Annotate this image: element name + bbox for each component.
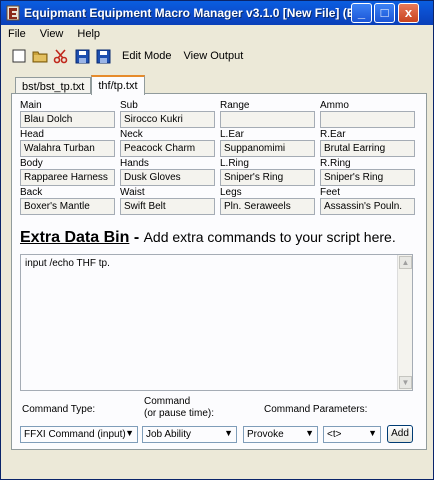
menu-file[interactable]: File xyxy=(1,26,33,44)
slot-label-legs: Legs xyxy=(220,187,242,198)
slot-label-hands: Hands xyxy=(120,158,149,169)
param2-select[interactable]: <t> ▼ xyxy=(323,426,381,443)
slot-label-waist: Waist xyxy=(120,187,145,198)
slot-field-sub[interactable]: Sirocco Kukri xyxy=(120,111,215,128)
new-file-icon[interactable] xyxy=(11,48,27,64)
extra-data-textarea[interactable]: input /echo THF tp. ▲ ▼ xyxy=(20,254,413,391)
command-pause-label: (or pause time): xyxy=(144,408,215,419)
command-label: Command xyxy=(144,396,191,407)
slot-label-lring: L.Ring xyxy=(220,158,249,169)
slot-label-head: Head xyxy=(20,129,44,140)
slot-field-neck[interactable]: Peacock Charm xyxy=(120,140,215,157)
slot-label-rear: R.Ear xyxy=(320,129,346,140)
command-params-label: Command Parameters: xyxy=(264,404,368,415)
app-icon xyxy=(6,5,20,21)
slot-label-range: Range xyxy=(220,100,250,111)
slot-field-lear[interactable]: Suppanomimi xyxy=(220,140,315,157)
slot-label-ammo: Ammo xyxy=(320,100,349,111)
menu-bar: File View Help xyxy=(1,26,107,44)
slot-field-range[interactable] xyxy=(220,111,315,128)
save-icon[interactable] xyxy=(74,48,90,64)
edit-mode-button[interactable]: Edit Mode xyxy=(122,50,172,62)
tab-thf-tp[interactable]: thf/tp.txt xyxy=(91,75,145,95)
slot-label-lear: L.Ear xyxy=(220,129,244,140)
scroll-up-icon[interactable]: ▲ xyxy=(399,256,412,269)
chevron-down-icon: ▼ xyxy=(224,428,233,438)
extra-data-content: input /echo THF tp. xyxy=(25,258,110,269)
param1-value: Provoke xyxy=(247,429,284,440)
command-type-value: FFXI Command (input) xyxy=(24,429,126,440)
toolbar: Edit Mode View Output xyxy=(11,46,249,66)
slot-label-rring: R.Ring xyxy=(320,158,351,169)
slot-field-waist[interactable]: Swift Belt xyxy=(120,198,215,215)
extra-data-description: Add extra commands to your script here. xyxy=(143,229,396,245)
chevron-down-icon: ▼ xyxy=(368,428,377,438)
chevron-down-icon: ▼ xyxy=(305,428,314,438)
slot-field-head[interactable]: Walahra Turban xyxy=(20,140,115,157)
slot-label-main: Main xyxy=(20,100,42,111)
slot-field-hands[interactable]: Dusk Gloves xyxy=(120,169,215,186)
command-type-label: Command Type: xyxy=(22,404,96,415)
slot-field-feet[interactable]: Assassin's Pouln. xyxy=(320,198,415,215)
slot-label-body: Body xyxy=(20,158,43,169)
window-title: Equipmant Equipment Macro Manager v3.1.0… xyxy=(24,6,356,20)
textarea-scrollbar[interactable]: ▲ ▼ xyxy=(397,255,412,390)
chevron-down-icon: ▼ xyxy=(125,428,134,438)
menu-help[interactable]: Help xyxy=(70,26,107,44)
title-bar[interactable]: Equipmant Equipment Macro Manager v3.1.0… xyxy=(1,1,433,25)
maximize-button[interactable]: □ xyxy=(374,3,395,23)
file-tabs: bst/bst_tp.txt thf/tp.txt xyxy=(15,75,145,95)
close-button[interactable]: x xyxy=(398,3,419,23)
slot-field-ammo[interactable] xyxy=(320,111,415,128)
slot-field-legs[interactable]: Pln. Seraweels xyxy=(220,198,315,215)
command-type-select[interactable]: FFXI Command (input) ▼ xyxy=(20,426,138,443)
scissors-icon[interactable] xyxy=(53,48,69,64)
add-button[interactable]: Add xyxy=(387,425,413,443)
slot-label-neck: Neck xyxy=(120,129,143,140)
slot-label-back: Back xyxy=(20,187,43,198)
command-select[interactable]: Job Ability ▼ xyxy=(142,426,237,443)
slot-label-feet: Feet xyxy=(320,187,341,198)
param2-value: <t> xyxy=(327,429,342,440)
menu-view[interactable]: View xyxy=(33,26,71,44)
tab-panel: Main Blau Dolch Sub Sirocco Kukri Range … xyxy=(11,93,427,450)
command-value: Job Ability xyxy=(146,429,192,440)
slot-label-sub: Sub xyxy=(120,100,138,111)
open-folder-icon[interactable] xyxy=(32,48,48,64)
slot-field-rring[interactable]: Sniper's Ring xyxy=(320,169,415,186)
extra-data-heading: Extra Data Bin - Add extra commands to y… xyxy=(20,229,396,247)
slot-field-back[interactable]: Boxer's Mantle xyxy=(20,198,115,215)
extra-data-separator: - xyxy=(129,229,144,246)
slot-field-lring[interactable]: Sniper's Ring xyxy=(220,169,315,186)
minimize-button[interactable]: _ xyxy=(351,3,372,23)
param1-select[interactable]: Provoke ▼ xyxy=(243,426,318,443)
app-window: Equipmant Equipment Macro Manager v3.1.0… xyxy=(0,0,434,480)
view-output-button[interactable]: View Output xyxy=(184,50,244,62)
slot-field-body[interactable]: Rapparee Harness xyxy=(20,169,115,186)
scroll-down-icon[interactable]: ▼ xyxy=(399,376,412,389)
slot-field-main[interactable]: Blau Dolch xyxy=(20,111,115,128)
slot-field-rear[interactable]: Brutal Earring xyxy=(320,140,415,157)
extra-data-title: Extra Data Bin xyxy=(20,229,130,246)
save-as-icon[interactable] xyxy=(95,48,111,64)
